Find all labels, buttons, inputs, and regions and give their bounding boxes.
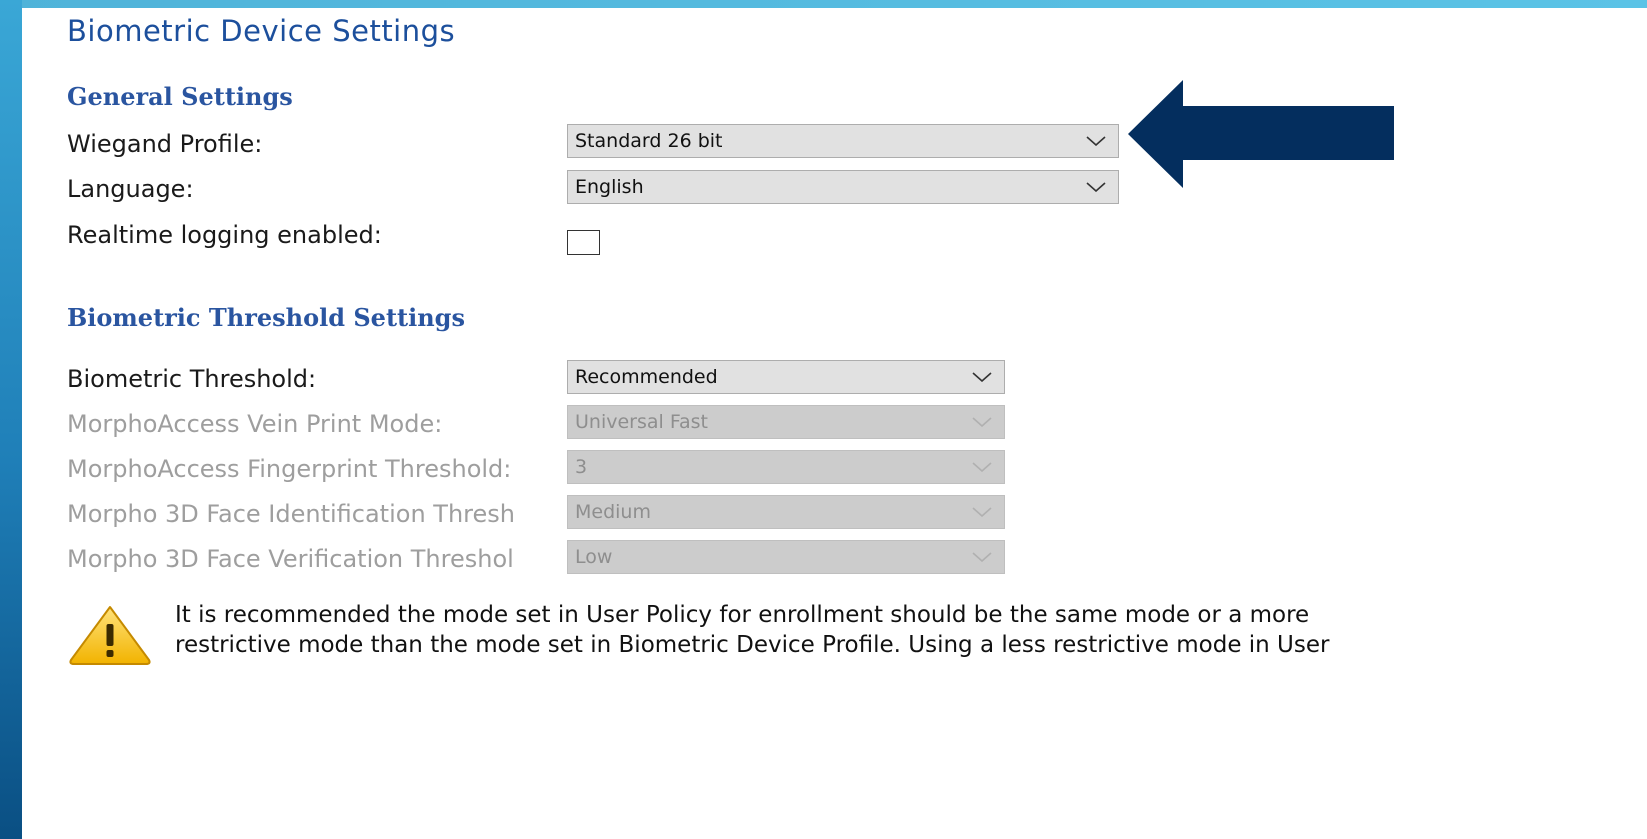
warning-message: It is recommended the mode set in User P… [175, 600, 1505, 660]
warning-line-2: restrictive mode than the mode set in Bi… [175, 632, 1330, 658]
wiegand-profile-dropdown[interactable]: Standard 26 bit [567, 124, 1119, 158]
warning-line-1: It is recommended the mode set in User P… [175, 602, 1310, 628]
window-top-border [0, 0, 1647, 8]
chevron-down-icon [1086, 171, 1106, 203]
fingerprint-threshold-value: 3 [575, 456, 588, 478]
chevron-down-icon [1086, 125, 1106, 157]
biometric-threshold-label: Biometric Threshold: [67, 365, 317, 393]
language-dropdown[interactable]: English [567, 170, 1119, 204]
wiegand-profile-label: Wiegand Profile: [67, 130, 263, 158]
chevron-down-icon [972, 541, 992, 573]
face-identification-threshold-value: Medium [575, 501, 651, 523]
settings-panel: Biometric Device Settings General Settin… [22, 8, 1647, 839]
vein-print-mode-value: Universal Fast [575, 411, 709, 433]
face-verification-threshold-value: Low [575, 546, 613, 568]
fingerprint-threshold-label: MorphoAccess Fingerprint Threshold: [67, 455, 512, 483]
wiegand-profile-value: Standard 26 bit [575, 130, 723, 152]
language-value: English [575, 176, 644, 198]
biometric-threshold-dropdown[interactable]: Recommended [567, 360, 1005, 394]
face-verification-threshold-label: Morpho 3D Face Verification Threshol [67, 545, 514, 573]
vein-print-mode-label: MorphoAccess Vein Print Mode: [67, 410, 443, 438]
face-verification-threshold-dropdown[interactable]: Low [567, 540, 1005, 574]
chevron-down-icon [972, 406, 992, 438]
arrow-left-icon [1128, 80, 1394, 188]
chevron-down-icon [972, 361, 992, 393]
fingerprint-threshold-dropdown[interactable]: 3 [567, 450, 1005, 484]
window-left-border [0, 0, 22, 839]
realtime-logging-label: Realtime logging enabled: [67, 221, 382, 249]
threshold-settings-heading: Biometric Threshold Settings [67, 303, 465, 332]
biometric-threshold-value: Recommended [575, 366, 718, 388]
realtime-logging-checkbox[interactable] [567, 230, 600, 255]
face-identification-threshold-dropdown[interactable]: Medium [567, 495, 1005, 529]
vein-print-mode-dropdown[interactable]: Universal Fast [567, 405, 1005, 439]
chevron-down-icon [972, 496, 992, 528]
chevron-down-icon [972, 451, 992, 483]
page-title: Biometric Device Settings [67, 14, 456, 48]
language-label: Language: [67, 175, 194, 203]
general-settings-heading: General Settings [67, 82, 293, 111]
warning-icon [67, 604, 153, 666]
face-identification-threshold-label: Morpho 3D Face Identification Thresh [67, 500, 515, 528]
